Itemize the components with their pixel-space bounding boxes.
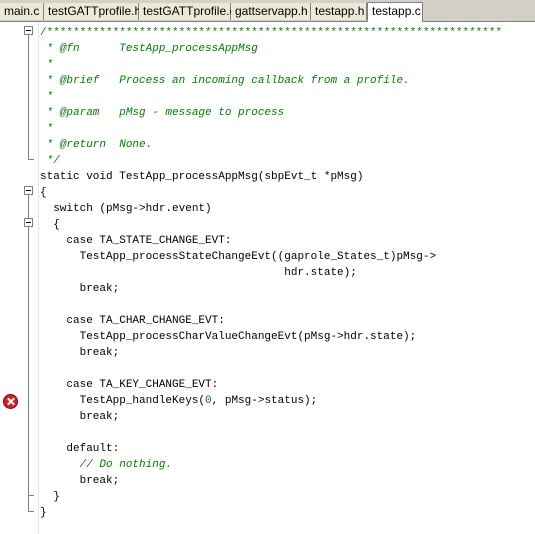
code-line: { — [40, 219, 60, 231]
fold-end — [28, 495, 34, 496]
fold-toggle-icon[interactable] — [24, 186, 33, 195]
code-line: * @param pMsg - message to process — [40, 107, 285, 119]
tab-testgattprofile-c[interactable]: testGATTprofile.c — [139, 3, 235, 20]
code-line: } — [40, 491, 60, 503]
code-line: TestApp_handleKeys(0, pMsg->status); — [40, 393, 318, 409]
code-line: default: — [40, 443, 120, 455]
code-line: break; — [40, 475, 120, 487]
fold-end — [28, 159, 34, 160]
code-line: * — [40, 59, 54, 71]
code-line: TestApp_processCharValueChangeEvt(pMsg->… — [40, 331, 417, 343]
error-marker-icon[interactable] — [3, 394, 18, 409]
code-line: case TA_CHAR_CHANGE_EVT: — [40, 315, 225, 327]
fold-end — [28, 511, 34, 512]
code-text-segment: , pMsg->status); — [211, 395, 318, 407]
tab-main-c[interactable]: main.c — [0, 3, 44, 20]
code-line: hdr.state); — [40, 267, 357, 279]
code-line: static void TestApp_processAppMsg(sbpEvt… — [40, 171, 364, 183]
tab-testapp-h[interactable]: testapp.h — [311, 3, 367, 20]
code-line: // Do nothing. — [40, 459, 173, 471]
code-line: case TA_STATE_CHANGE_EVT: — [40, 235, 232, 247]
code-line: * — [40, 91, 54, 103]
code-line: } — [40, 507, 47, 519]
code-line: /***************************************… — [40, 27, 503, 39]
code-line: TestApp_processStateChangeEvt((gaprole_S… — [40, 251, 437, 263]
code-editor[interactable]: /***************************************… — [0, 22, 535, 534]
code-line: break; — [40, 411, 120, 423]
code-line: switch (pMsg->hdr.event) — [40, 203, 212, 215]
code-line: */ — [40, 155, 60, 167]
tab-gattservapp-h[interactable]: gattservapp.h — [231, 3, 311, 20]
tab-testapp-c[interactable]: testapp.c — [367, 2, 423, 22]
code-line: * @return None. — [40, 139, 153, 151]
fold-margin — [20, 22, 39, 534]
fold-line — [28, 227, 29, 495]
breakpoint-gutter[interactable] — [0, 22, 20, 534]
fold-toggle-icon[interactable] — [24, 26, 33, 35]
code-line: break; — [40, 283, 120, 295]
code-line: * @fn TestApp_processAppMsg — [40, 43, 258, 55]
code-line: case TA_KEY_CHANGE_EVT: — [40, 379, 219, 391]
code-line: * @brief Process an incoming callback fr… — [40, 75, 410, 87]
code-line: * — [40, 123, 54, 135]
code-line: break; — [40, 347, 120, 359]
fold-line — [28, 35, 29, 159]
tab-testgattprofile-h[interactable]: testGATTprofile.h — [44, 3, 141, 20]
numeric-literal: 0 — [205, 395, 212, 407]
code-text-segment: TestApp_handleKeys( — [40, 395, 206, 407]
file-tab-bar: main.c testGATTprofile.h testGATTprofile… — [0, 0, 535, 22]
fold-toggle-icon[interactable] — [24, 218, 33, 227]
code-line: { — [40, 187, 47, 199]
